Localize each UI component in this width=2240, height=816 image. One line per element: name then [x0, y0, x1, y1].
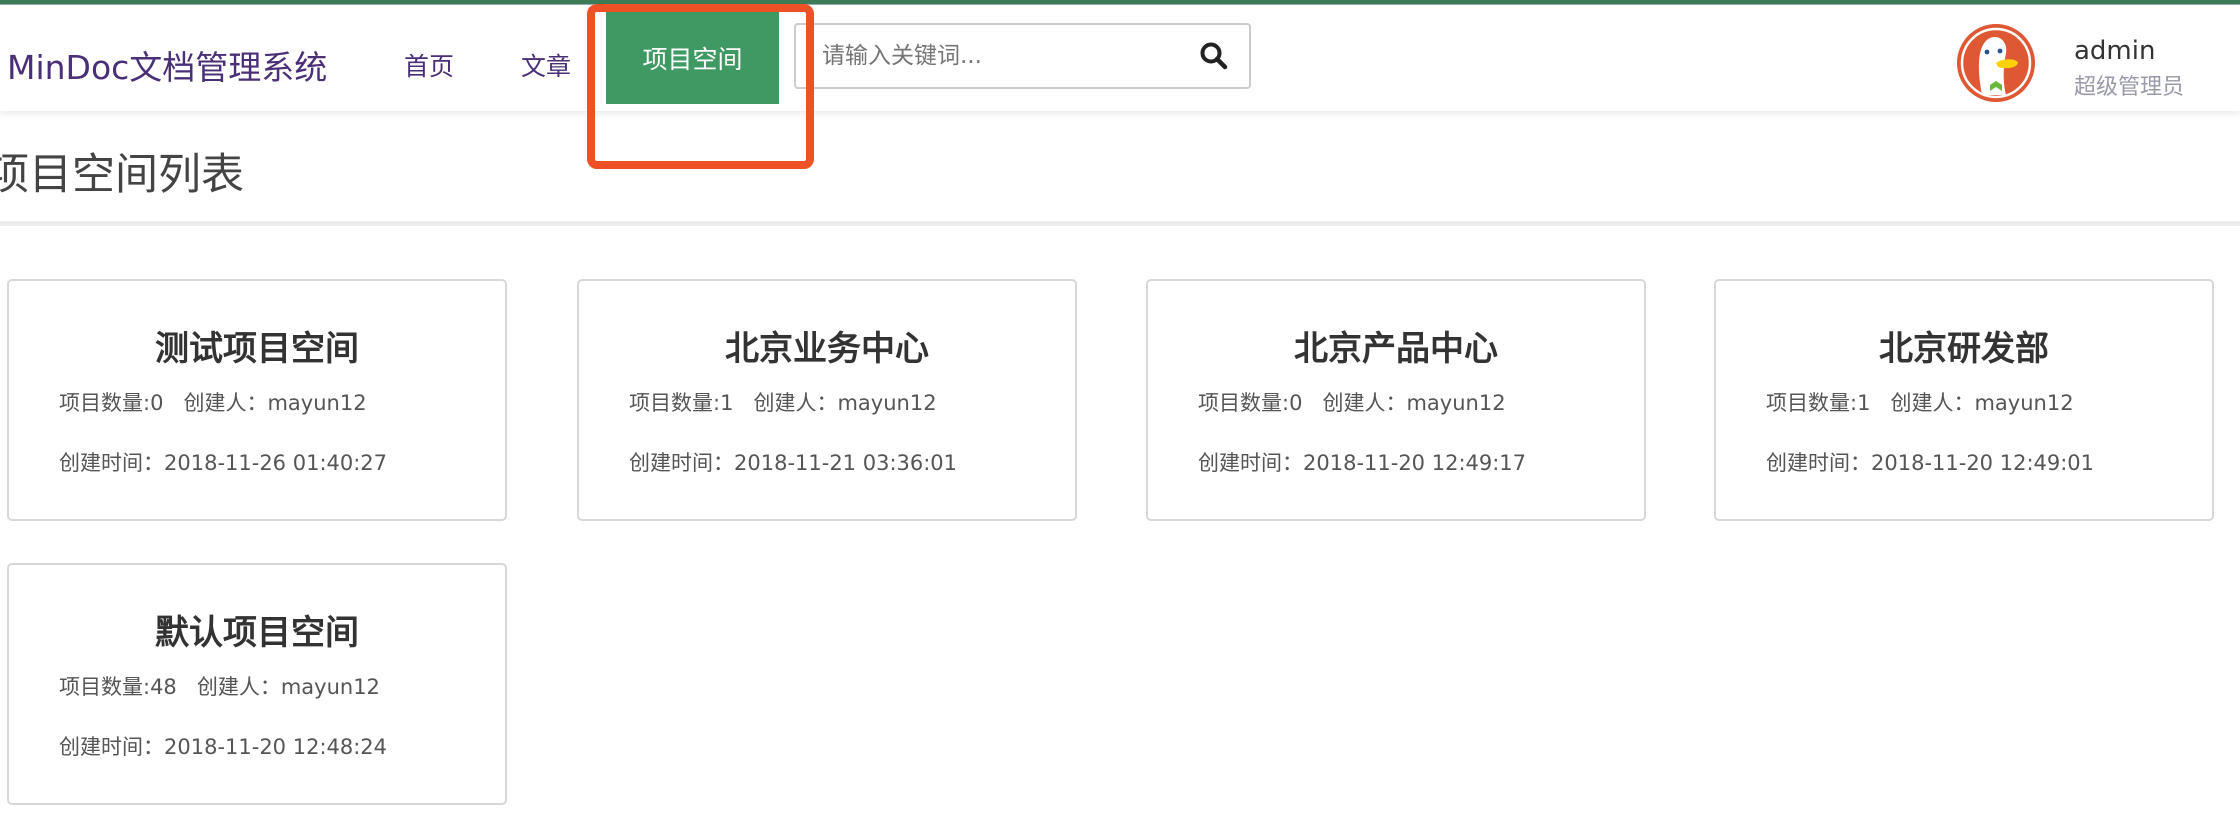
- nav-articles[interactable]: 文章: [521, 47, 571, 83]
- created-time: 创建时间：2018-11-21 03:36:01: [629, 451, 958, 475]
- creator: 创建人：mayun12: [183, 391, 367, 415]
- user-role: 超级管理员: [2074, 75, 2185, 100]
- card-title[interactable]: 北京研发部: [1716, 321, 2212, 370]
- created-time: 创建时间：2018-11-20 12:49:01: [1766, 451, 2095, 475]
- project-space-card[interactable]: 北京业务中心 项目数量:1 创建人：mayun12 创建时间：2018-11-2…: [577, 279, 1077, 521]
- navbar: MinDoc文档管理系统 首页 文章 项目空间 admin 超级管理员: [0, 5, 2240, 111]
- nav-home[interactable]: 首页: [404, 47, 454, 83]
- creator: 创建人：mayun12: [1322, 391, 1506, 415]
- highlight-box: [587, 4, 814, 169]
- card-title[interactable]: 默认项目空间: [9, 605, 505, 654]
- card-meta: 项目数量:1 创建人：mayun12: [1766, 387, 2074, 417]
- created-time: 创建时间：2018-11-26 01:40:27: [59, 451, 388, 475]
- project-count: 项目数量:1: [1766, 391, 1871, 415]
- user-name[interactable]: admin: [2074, 36, 2155, 66]
- divider: [0, 221, 2240, 226]
- card-title[interactable]: 北京产品中心: [1148, 321, 1644, 370]
- search-input[interactable]: [820, 42, 1184, 70]
- project-count: 项目数量:48: [59, 675, 177, 699]
- page-title: 项目空间列表: [0, 150, 244, 200]
- card-meta: 项目数量:0 创建人：mayun12: [1198, 387, 1506, 417]
- card-meta: 项目数量:48 创建人：mayun12: [59, 671, 380, 701]
- project-space-card[interactable]: 北京产品中心 项目数量:0 创建人：mayun12 创建时间：2018-11-2…: [1146, 279, 1646, 521]
- project-space-card[interactable]: 测试项目空间 项目数量:0 创建人：mayun12 创建时间：2018-11-2…: [7, 279, 507, 521]
- created-time: 创建时间：2018-11-20 12:49:17: [1198, 451, 1527, 475]
- card-meta: 项目数量:1 创建人：mayun12: [629, 387, 937, 417]
- card-title[interactable]: 北京业务中心: [579, 321, 1075, 370]
- creator: 创建人：mayun12: [753, 391, 937, 415]
- project-count: 项目数量:1: [629, 391, 734, 415]
- card-title[interactable]: 测试项目空间: [9, 321, 505, 370]
- card-meta: 项目数量:0 创建人：mayun12: [59, 387, 367, 417]
- project-space-card[interactable]: 默认项目空间 项目数量:48 创建人：mayun12 创建时间：2018-11-…: [7, 563, 507, 805]
- creator: 创建人：mayun12: [1890, 391, 2074, 415]
- project-count: 项目数量:0: [1198, 391, 1303, 415]
- brand-logo[interactable]: MinDoc文档管理系统: [7, 41, 327, 89]
- project-count: 项目数量:0: [59, 391, 164, 415]
- search-box: [794, 23, 1251, 89]
- search-icon[interactable]: [1199, 41, 1229, 71]
- creator: 创建人：mayun12: [196, 675, 380, 699]
- created-time: 创建时间：2018-11-20 12:48:24: [59, 735, 388, 759]
- user-avatar[interactable]: [1956, 23, 2036, 103]
- project-space-card[interactable]: 北京研发部 项目数量:1 创建人：mayun12 创建时间：2018-11-20…: [1714, 279, 2214, 521]
